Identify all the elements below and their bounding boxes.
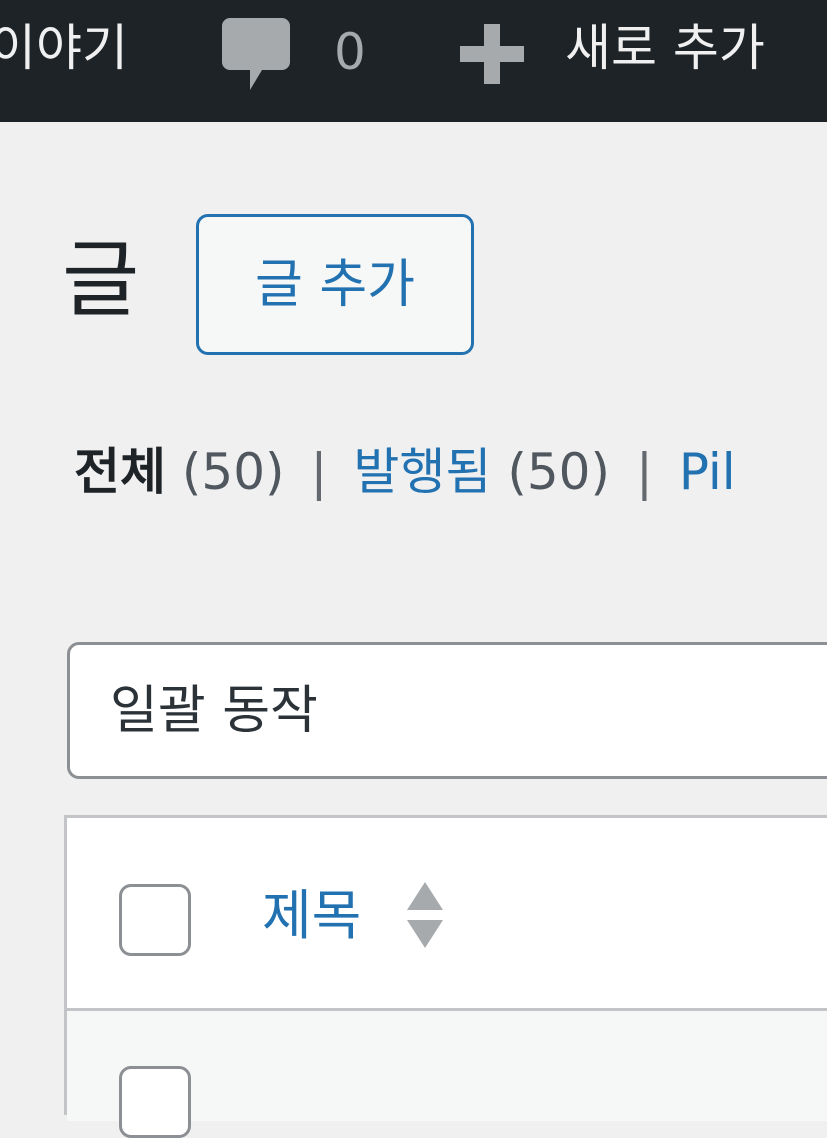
plus-icon [460,24,524,84]
row-checkbox[interactable] [119,1066,191,1138]
comments-link[interactable]: 0 [222,18,366,90]
filter-separator: | [310,443,328,501]
filter-published-count: (50) [507,443,610,501]
posts-table: 제목 [64,815,827,1138]
site-name-link[interactable]: 이야기 [0,18,128,78]
comments-count: 0 [334,23,366,81]
column-title-sort[interactable]: 제목 [262,878,361,954]
comment-bubble-icon [222,18,290,90]
new-content-label: 새로 추가 [565,19,765,77]
page-title: 글 [62,231,140,329]
filter-separator: | [635,443,653,501]
filter-published[interactable]: 발행됨 (50) [353,443,610,501]
filter-third[interactable]: Pil [679,443,736,501]
admin-bar: 이야기 0 새로 추가 [0,0,827,122]
select-all-checkbox[interactable] [119,884,191,956]
table-header: 제목 [67,818,827,1011]
filter-all[interactable]: 전체 (50) [74,443,285,501]
bulk-actions-value: 일괄 동작 [110,681,318,741]
filter-all-count: (50) [181,443,285,501]
sort-arrows-icon[interactable] [405,878,445,954]
table-row [67,1011,827,1138]
add-new-post-button[interactable]: 글 추가 [196,214,474,355]
bulk-actions-select[interactable]: 일괄 동작 [67,642,827,779]
filter-published-label: 발행됨 [353,443,492,501]
status-filters: 전체 (50) | 발행됨 (50) | Pil [74,440,736,504]
filter-all-label: 전체 [74,443,166,501]
